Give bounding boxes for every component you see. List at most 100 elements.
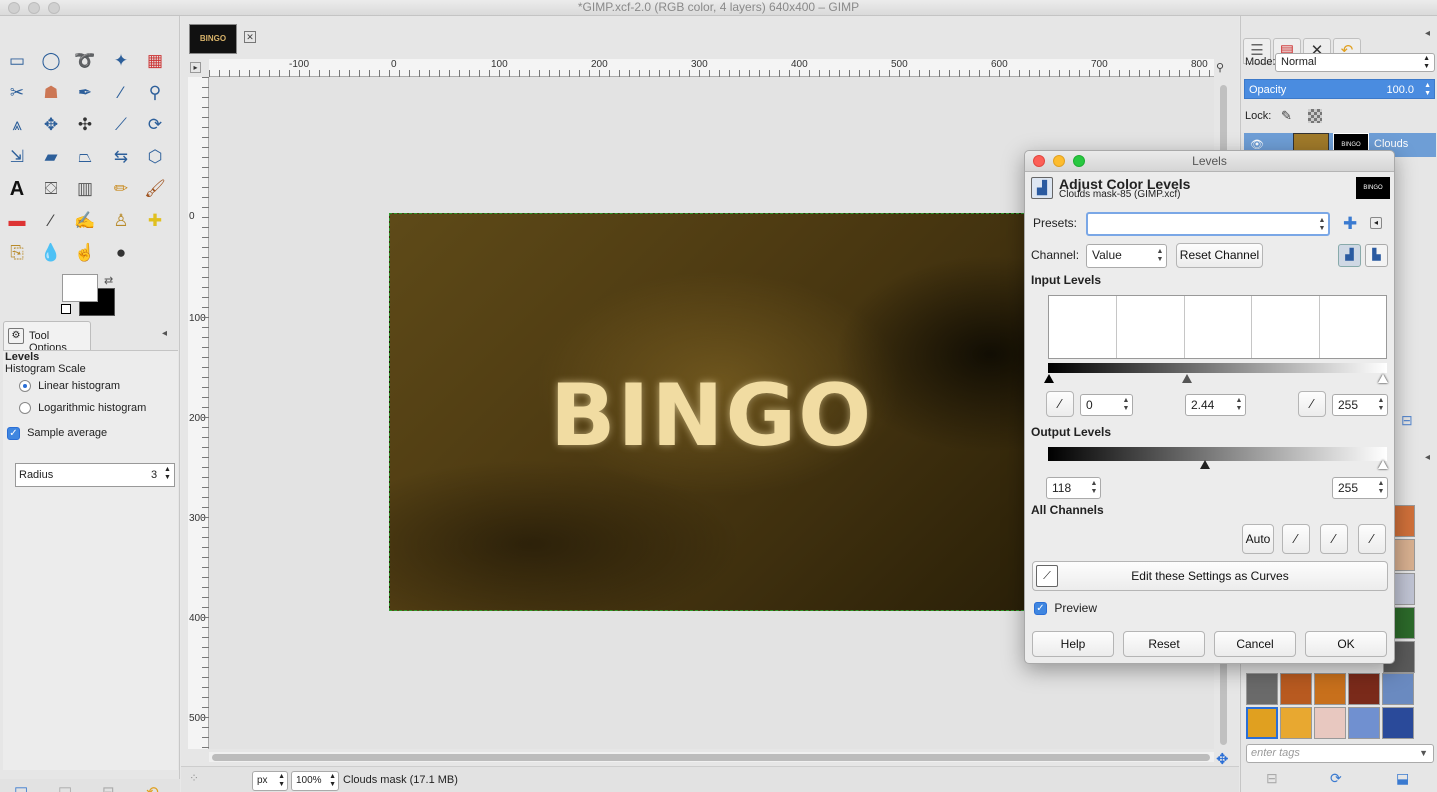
perspective-clone-icon[interactable]: ⎘	[4, 240, 30, 266]
horizontal-scrollbar-thumb[interactable]	[212, 754, 1210, 761]
presets-combo[interactable]: ▲ ▼	[1086, 212, 1330, 236]
perspective-icon[interactable]: ⏢	[72, 144, 98, 170]
input-low-stepper-icon[interactable]: ▲ ▼	[1121, 397, 1131, 413]
scissors-icon[interactable]: ✂	[4, 80, 30, 106]
configure-patterns-icon[interactable]: ◂	[1425, 452, 1430, 463]
paintbrush-icon[interactable]: 🖌	[142, 176, 168, 202]
zoom-dialog-button[interactable]	[1073, 155, 1085, 167]
minimize-dialog-button[interactable]	[1053, 155, 1065, 167]
zoom-to-fit-icon[interactable]: ⚲	[1216, 61, 1224, 74]
bucket-fill-icon[interactable]: ⛋	[38, 176, 64, 202]
select-by-color-icon[interactable]: ▦	[142, 48, 168, 74]
linear-histogram-option[interactable]: Linear histogram	[19, 380, 120, 393]
tag-input[interactable]: enter tags ▼	[1246, 744, 1434, 763]
close-window-button[interactable]	[8, 2, 20, 14]
input-high-spinner[interactable]: 255 ▲ ▼	[1332, 394, 1388, 416]
pick-white-point-icon[interactable]: ⁄	[1358, 524, 1386, 554]
zoom-window-button[interactable]	[48, 2, 60, 14]
pattern-thumb[interactable]	[1348, 707, 1380, 739]
ellipse-select-icon[interactable]: ◯	[38, 48, 64, 74]
airbrush-icon[interactable]: ⁄	[38, 208, 64, 234]
crop-icon[interactable]: ⟋	[108, 112, 134, 138]
dock-panel-icon[interactable]: ⊟	[1401, 412, 1413, 429]
tag-dropdown-icon[interactable]: ▼	[1419, 745, 1428, 762]
eraser-icon[interactable]: ▬	[4, 208, 30, 234]
input-high-stepper-icon[interactable]: ▲ ▼	[1376, 397, 1386, 413]
ok-button[interactable]: OK	[1305, 631, 1387, 657]
pattern-thumb[interactable]	[1348, 673, 1380, 705]
default-colors-icon[interactable]	[61, 304, 71, 314]
configure-tab-icon[interactable]: ◂	[162, 328, 167, 339]
presets-menu-icon[interactable]: ◂	[1370, 217, 1382, 229]
output-high-spinner[interactable]: 255 ▲ ▼	[1332, 477, 1388, 499]
reset-channel-button[interactable]: Reset Channel	[1176, 243, 1263, 268]
output-high-handle[interactable]	[1378, 460, 1388, 469]
clone-icon[interactable]: ♙	[108, 208, 134, 234]
pattern-thumb[interactable]	[1280, 673, 1312, 705]
linear-histogram-icon[interactable]: ▟	[1338, 244, 1361, 267]
shear-icon[interactable]: ▰	[38, 144, 64, 170]
log-histogram-option[interactable]: Logarithmic histogram	[19, 402, 146, 415]
input-gamma-handle[interactable]	[1181, 374, 1192, 383]
lasso-icon[interactable]: ➰	[72, 48, 98, 74]
add-preset-icon[interactable]: ✚	[1343, 214, 1357, 234]
pattern-thumb[interactable]	[1246, 673, 1278, 705]
save-tool-preset-icon[interactable]: ⬓	[14, 783, 28, 792]
save-pattern-icon[interactable]: ⬓	[1396, 770, 1409, 787]
pick-gray-point-icon[interactable]: ⁄	[1320, 524, 1348, 554]
channel-select[interactable]: Value ▲ ▼	[1086, 244, 1167, 268]
color-picker-icon[interactable]: ⁄	[108, 80, 134, 106]
help-button[interactable]: Help	[1032, 631, 1114, 657]
pattern-thumb[interactable]	[1382, 707, 1414, 739]
restore-preset-icon[interactable]: ⬓	[58, 783, 72, 792]
pencil-icon[interactable]: ✏	[108, 176, 134, 202]
zoom-selector[interactable]: 100% ▲ ▼	[291, 771, 339, 791]
mode-select[interactable]: Normal ▲ ▼	[1275, 53, 1435, 72]
output-low-spinner[interactable]: 118 ▲ ▼	[1046, 477, 1101, 499]
fuzzy-select-icon[interactable]: ✦	[108, 48, 134, 74]
image-canvas[interactable]: BINGO	[389, 213, 1029, 611]
input-low-handle[interactable]	[1044, 374, 1054, 383]
measure-icon[interactable]: ⩓	[4, 112, 30, 138]
zoom-stepper-icon[interactable]: ▲ ▼	[329, 773, 336, 789]
foreground-select-icon[interactable]: ☗	[38, 80, 64, 106]
input-high-handle[interactable]	[1378, 374, 1388, 383]
input-gamma-spinner[interactable]: 2.44 ▲ ▼	[1185, 394, 1246, 416]
preview-option[interactable]: ✓ Preview	[1034, 601, 1097, 616]
quick-mask-menu-icon[interactable]: ▸	[190, 62, 201, 73]
reset-tool-icon[interactable]: ⟲	[146, 783, 159, 792]
ink-icon[interactable]: ✍	[72, 208, 98, 234]
unit-selector[interactable]: px ▲ ▼	[252, 771, 288, 791]
pick-black-point-icon[interactable]: ⁄	[1282, 524, 1310, 554]
rotate-icon[interactable]: ⟳	[142, 112, 168, 138]
pattern-thumb-selected[interactable]	[1246, 707, 1278, 739]
radius-stepper-icon[interactable]: ▲ ▼	[164, 466, 171, 482]
radius-spinner[interactable]: Radius 3 ▲ ▼	[15, 463, 175, 487]
opacity-stepper-icon[interactable]: ▲ ▼	[1424, 82, 1431, 98]
cage-transform-icon[interactable]: ⬡	[142, 144, 168, 170]
auto-button[interactable]: Auto	[1242, 524, 1274, 554]
pattern-thumb[interactable]	[1280, 707, 1312, 739]
presets-stepper-icon[interactable]: ▲ ▼	[1317, 217, 1327, 233]
lock-pixels-icon[interactable]: ✎	[1281, 108, 1292, 124]
cancel-button[interactable]: Cancel	[1214, 631, 1296, 657]
black-point-picker-icon[interactable]: ⁄	[1046, 391, 1074, 417]
scale-icon[interactable]: ⇲	[4, 144, 30, 170]
input-gamma-stepper-icon[interactable]: ▲ ▼	[1234, 397, 1244, 413]
sample-average-option[interactable]: ✓ Sample average	[7, 427, 107, 440]
align-icon[interactable]: ✣	[72, 112, 98, 138]
foreground-color-swatch[interactable]	[62, 274, 98, 302]
output-low-handle[interactable]	[1200, 460, 1210, 469]
edit-as-curves-button[interactable]: ⟋ Edit these Settings as Curves	[1032, 561, 1388, 591]
input-low-spinner[interactable]: 0 ▲ ▼	[1080, 394, 1133, 416]
move-icon[interactable]: ✥	[38, 112, 64, 138]
dodge-burn-icon[interactable]: ●	[108, 240, 134, 266]
heal-icon[interactable]: ✚	[142, 208, 168, 234]
log-histogram-radio[interactable]	[19, 402, 31, 415]
edit-pattern-icon[interactable]: ⊟	[1266, 770, 1278, 787]
text-tool-icon[interactable]: A	[4, 176, 30, 202]
lock-alpha-icon[interactable]	[1308, 109, 1322, 123]
pattern-thumb[interactable]	[1314, 707, 1346, 739]
close-tab-icon[interactable]: ✕	[244, 31, 256, 43]
paths-icon[interactable]: ✒	[72, 80, 98, 106]
